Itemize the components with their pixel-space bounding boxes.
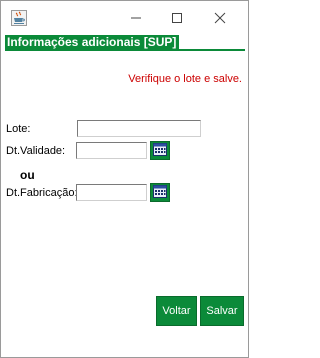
maximize-icon[interactable] bbox=[167, 8, 187, 28]
fabricacao-calendar-button[interactable] bbox=[150, 183, 170, 202]
calendar-icon bbox=[153, 142, 167, 159]
validade-input[interactable] bbox=[76, 142, 147, 159]
minimize-icon[interactable] bbox=[126, 8, 146, 28]
lote-label: Lote: bbox=[6, 123, 31, 135]
voltar-button[interactable]: Voltar bbox=[156, 296, 197, 326]
warning-message: Verifique o lote e salve. bbox=[128, 73, 242, 85]
or-separator: ou bbox=[20, 168, 35, 182]
validade-label: Dt.Validade: bbox=[6, 145, 66, 157]
salvar-button[interactable]: Salvar bbox=[200, 296, 244, 326]
header-bar: Informações adicionais [SUP] bbox=[5, 35, 245, 51]
lote-input[interactable] bbox=[77, 120, 201, 137]
header-title: Informações adicionais [SUP] bbox=[5, 35, 180, 49]
java-cup-icon bbox=[11, 10, 27, 26]
title-bar[interactable] bbox=[1, 1, 248, 35]
fabricacao-input[interactable] bbox=[76, 184, 147, 201]
close-icon[interactable] bbox=[210, 8, 230, 28]
validade-calendar-button[interactable] bbox=[150, 141, 170, 160]
dialog-window: Informações adicionais [SUP] Verifique o… bbox=[0, 0, 249, 358]
calendar-icon bbox=[153, 184, 167, 201]
fabricacao-label: Dt.Fabricação: bbox=[6, 187, 78, 199]
